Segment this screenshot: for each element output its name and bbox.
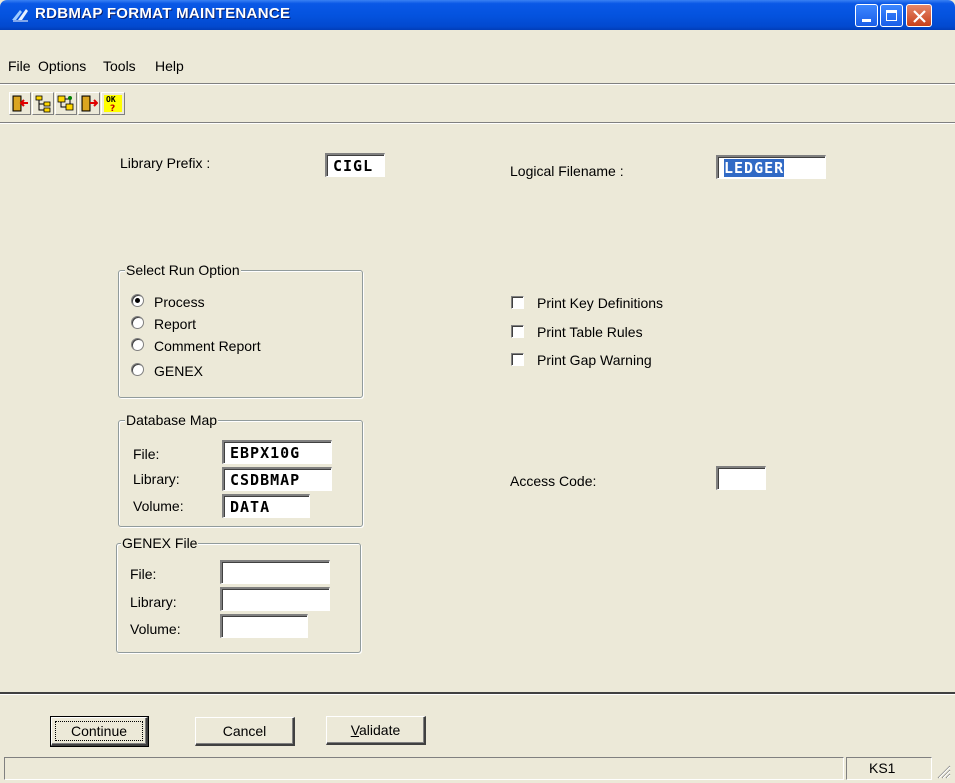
- run-option-title: Select Run Option: [125, 262, 241, 278]
- ok-question-button[interactable]: OK ?: [101, 92, 125, 115]
- print-table-rules-label: Print Table Rules: [537, 324, 643, 340]
- app-icon: [12, 9, 28, 22]
- genex-volume-field[interactable]: [220, 614, 308, 638]
- svg-text:OK: OK: [106, 95, 116, 104]
- radio-genex-label: GENEX: [154, 363, 204, 379]
- genex-file-label: File:: [130, 566, 157, 582]
- exit-right-icon: [81, 95, 98, 112]
- radio-report[interactable]: [131, 316, 144, 329]
- library-prefix-label: Library Prefix :: [120, 155, 211, 171]
- validate-label: Validate: [350, 722, 401, 738]
- library-prefix-field[interactable]: CIGL: [325, 153, 385, 177]
- svg-text:?: ?: [110, 104, 115, 113]
- logical-filename-field[interactable]: LEDGER: [716, 155, 826, 179]
- radio-genex[interactable]: [131, 363, 144, 376]
- toolbar-separator: [0, 122, 955, 124]
- print-key-definitions-label: Print Key Definitions: [537, 295, 664, 311]
- db-volume-field[interactable]: DATA: [222, 494, 310, 518]
- access-code-field[interactable]: [716, 466, 766, 490]
- db-file-label: File:: [133, 446, 160, 462]
- minimize-icon: [862, 19, 871, 22]
- menu-help[interactable]: Help: [155, 58, 184, 74]
- tree-icon: [35, 95, 51, 113]
- focus-rect: [55, 721, 143, 741]
- genex-file-title: GENEX File: [121, 535, 199, 551]
- maximize-button[interactable]: [880, 4, 903, 27]
- exit-left-button[interactable]: [9, 92, 31, 115]
- cancel-label: Cancel: [222, 723, 267, 739]
- db-library-label: Library:: [133, 471, 180, 487]
- genex-volume-label: Volume:: [130, 621, 181, 637]
- menu-separator: [0, 83, 955, 85]
- resize-grip-icon[interactable]: [937, 765, 951, 779]
- tree-button[interactable]: [32, 92, 54, 115]
- exit-left-icon: [12, 95, 28, 112]
- status-pane-right: KS1: [846, 757, 932, 780]
- radio-comment-report-label: Comment Report: [154, 338, 261, 354]
- db-library-field[interactable]: CSDBMAP: [222, 467, 332, 491]
- genex-file-field[interactable]: [220, 560, 330, 584]
- print-table-rules-checkbox[interactable]: [511, 325, 524, 338]
- continue-button[interactable]: Continue: [50, 716, 149, 747]
- close-button[interactable]: [906, 4, 932, 27]
- logical-filename-label: Logical Filename :: [510, 163, 624, 179]
- minimize-button[interactable]: [855, 4, 878, 27]
- radio-report-label: Report: [154, 316, 197, 332]
- cancel-button[interactable]: Cancel: [195, 717, 295, 746]
- validate-button[interactable]: Validate: [326, 716, 426, 745]
- print-key-definitions-checkbox[interactable]: [511, 296, 524, 309]
- flowchart-button[interactable]: [55, 92, 77, 115]
- db-file-field[interactable]: EBPX10G: [222, 440, 332, 464]
- print-gap-warning-label: Print Gap Warning: [537, 352, 652, 368]
- radio-process-label: Process: [154, 294, 205, 310]
- button-separator: [0, 692, 955, 695]
- menu-options[interactable]: Options: [38, 58, 86, 74]
- radio-process[interactable]: [131, 294, 144, 307]
- status-code: KS1: [869, 760, 896, 776]
- genex-library-field[interactable]: [220, 587, 330, 611]
- window-title: RDBMAP FORMAT MAINTENANCE: [35, 5, 291, 22]
- close-icon: [913, 10, 926, 23]
- menu-tools[interactable]: Tools: [103, 58, 136, 74]
- maximize-icon: [886, 10, 897, 21]
- print-gap-warning-checkbox[interactable]: [511, 353, 524, 366]
- genex-library-label: Library:: [130, 594, 177, 610]
- database-map-title: Database Map: [125, 412, 219, 428]
- flowchart-icon: [57, 95, 74, 111]
- exit-right-button[interactable]: [78, 92, 100, 115]
- ok-question-icon: OK ?: [104, 95, 122, 113]
- menu-bar: [0, 30, 955, 55]
- access-code-label: Access Code:: [510, 473, 597, 489]
- radio-comment-report[interactable]: [131, 338, 144, 351]
- db-volume-label: Volume:: [133, 498, 184, 514]
- menu-file[interactable]: File: [8, 58, 31, 74]
- status-pane-main: [4, 757, 844, 780]
- title-bar[interactable]: RDBMAP FORMAT MAINTENANCE: [0, 0, 955, 30]
